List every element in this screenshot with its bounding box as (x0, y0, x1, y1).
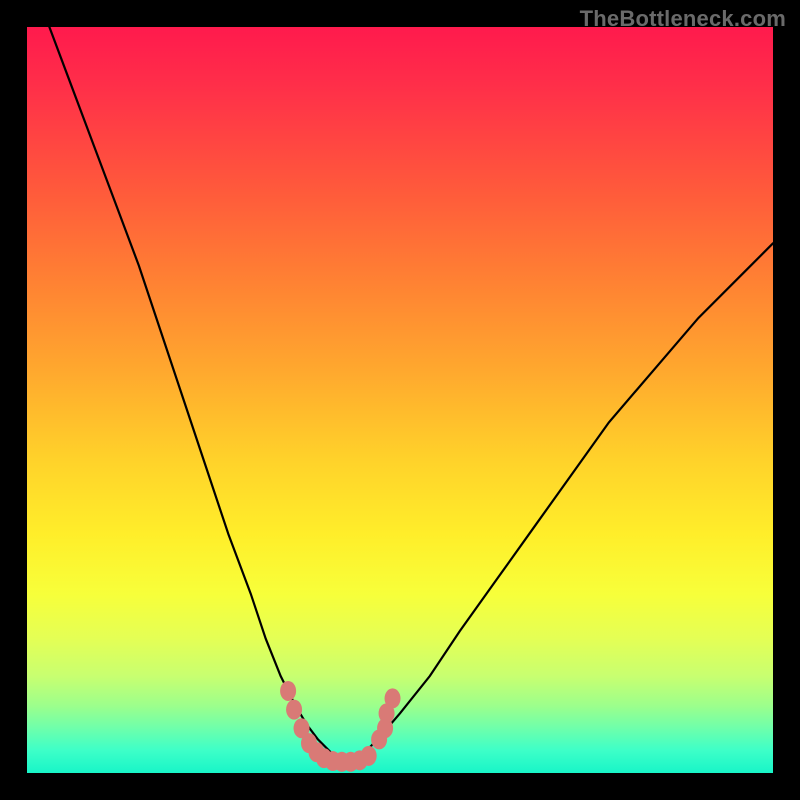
curve-right_curve (348, 243, 773, 761)
curve-left_curve (49, 27, 347, 762)
chart-svg (27, 27, 773, 773)
marker-point (286, 700, 302, 720)
plot-area (27, 27, 773, 773)
marker-layer (280, 681, 400, 772)
curve-layer (49, 27, 773, 762)
chart-frame: TheBottleneck.com (0, 0, 800, 800)
watermark-text: TheBottleneck.com (580, 6, 786, 32)
marker-point (280, 681, 296, 701)
marker-point (385, 688, 401, 708)
marker-point (361, 746, 377, 766)
